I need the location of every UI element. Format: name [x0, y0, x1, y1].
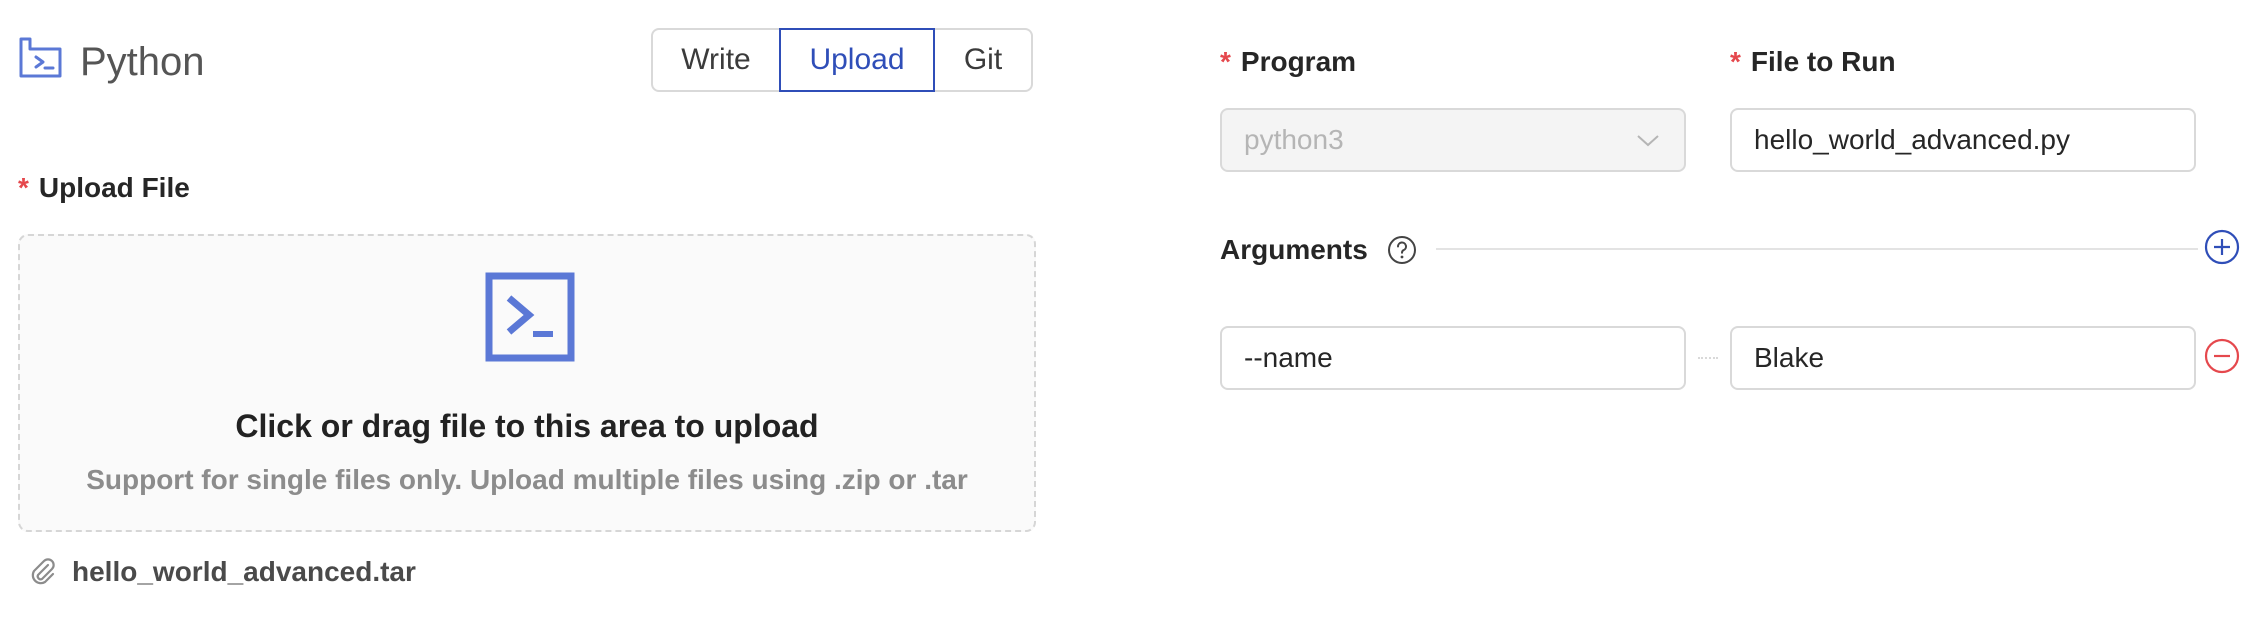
argument-value-input[interactable]: Blake — [1730, 326, 2196, 390]
program-select-value: python3 — [1244, 124, 1344, 155]
remove-argument-icon[interactable] — [2204, 338, 2240, 374]
upload-dropzone[interactable]: Click or drag file to this area to uploa… — [18, 234, 1036, 532]
program-label-text: Program — [1240, 46, 1357, 77]
dropzone-title: Click or drag file to this area to uploa… — [235, 408, 819, 444]
terminal-icon — [485, 272, 575, 362]
python-terminal-icon — [19, 37, 62, 78]
argument-key-value: --name — [1244, 342, 1333, 373]
tab-write[interactable]: Write — [651, 28, 781, 92]
chevron-down-icon — [1637, 135, 1659, 147]
page-title: Python — [80, 40, 205, 84]
upload-file-label-text: Upload File — [38, 172, 190, 203]
add-argument-icon[interactable] — [2204, 229, 2240, 265]
required-mark: * — [1730, 46, 1741, 77]
uploaded-file-name[interactable]: hello_world_advanced.tar — [72, 556, 416, 588]
program-label: * Program — [1220, 44, 1356, 80]
arguments-label: Arguments — [1220, 234, 1368, 265]
arguments-divider — [1436, 248, 2198, 250]
tab-upload[interactable]: Upload — [779, 28, 935, 92]
mode-switch: Write Upload Git — [651, 28, 1033, 92]
dropzone-hint: Support for single files only. Upload mu… — [86, 464, 968, 495]
help-icon[interactable] — [1386, 234, 1418, 266]
file-to-run-value: hello_world_advanced.py — [1754, 124, 2070, 155]
argument-value-value: Blake — [1754, 342, 1825, 373]
upload-file-label: * Upload File — [18, 170, 190, 206]
uploaded-file-item[interactable]: hello_world_advanced.tar — [28, 556, 416, 588]
tab-git[interactable]: Git — [933, 28, 1033, 92]
file-to-run-input[interactable]: hello_world_advanced.py — [1730, 108, 2196, 172]
argument-key-input[interactable]: --name — [1220, 326, 1686, 390]
required-mark: * — [1220, 46, 1231, 77]
required-mark: * — [18, 172, 29, 203]
file-to-run-label-text: File to Run — [1750, 46, 1896, 77]
program-select[interactable]: python3 — [1220, 108, 1686, 172]
argument-separator — [1698, 357, 1718, 359]
paperclip-icon — [31, 558, 55, 585]
file-to-run-label: * File to Run — [1730, 44, 1896, 80]
